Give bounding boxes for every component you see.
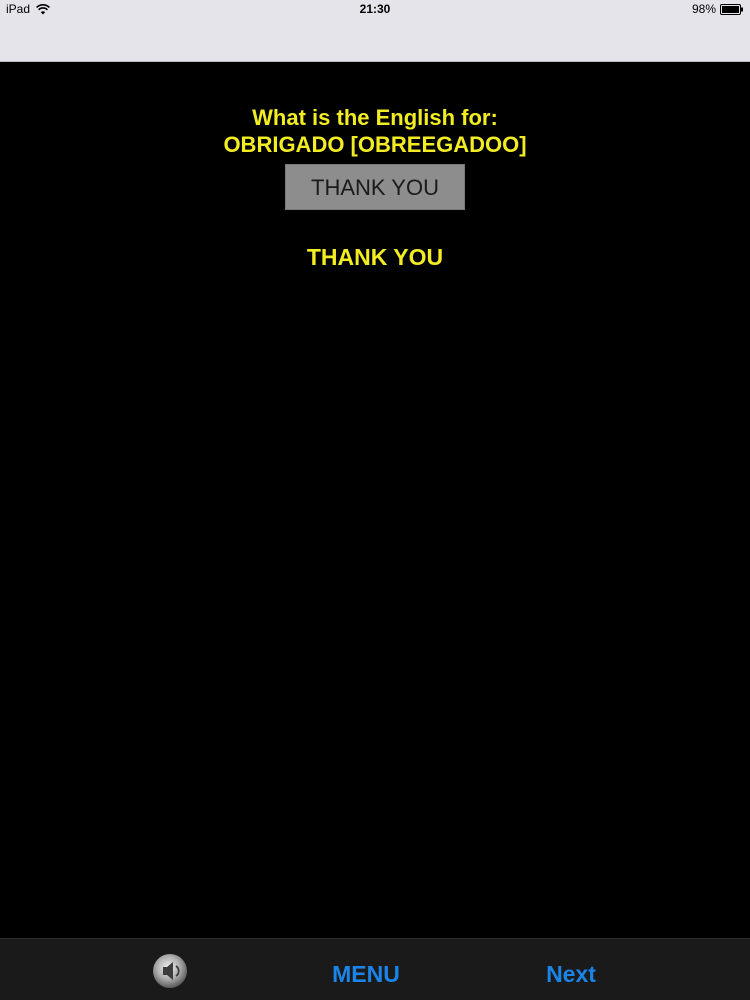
battery-percent: 98% [691,2,716,16]
question: What is the English for: OBRIGADO [OBREE… [0,104,750,158]
answer-feedback: THANK YOU [306,244,444,270]
next-button[interactable]: Next [526,961,616,988]
speaker-icon [153,954,187,988]
battery-icon [720,3,743,15]
status-time: 21:30 [359,2,391,16]
answer-box[interactable]: THANK YOU [285,164,465,210]
status-right: 98% [692,2,744,16]
quiz-content: What is the English for: OBRIGADO [OBREE… [0,62,750,938]
app-screen: iPad 21:30 98% What is the English for: … [0,0,750,1000]
menu-button[interactable]: MENU [316,961,416,988]
top-bar: iPad 21:30 98% [0,0,750,62]
question-word: OBRIGADO [OBREEGADOO] [223,132,527,157]
bottom-toolbar: MENU Next [0,938,750,1000]
question-prompt: What is the English for: [252,105,498,130]
speaker-button[interactable] [150,951,190,991]
